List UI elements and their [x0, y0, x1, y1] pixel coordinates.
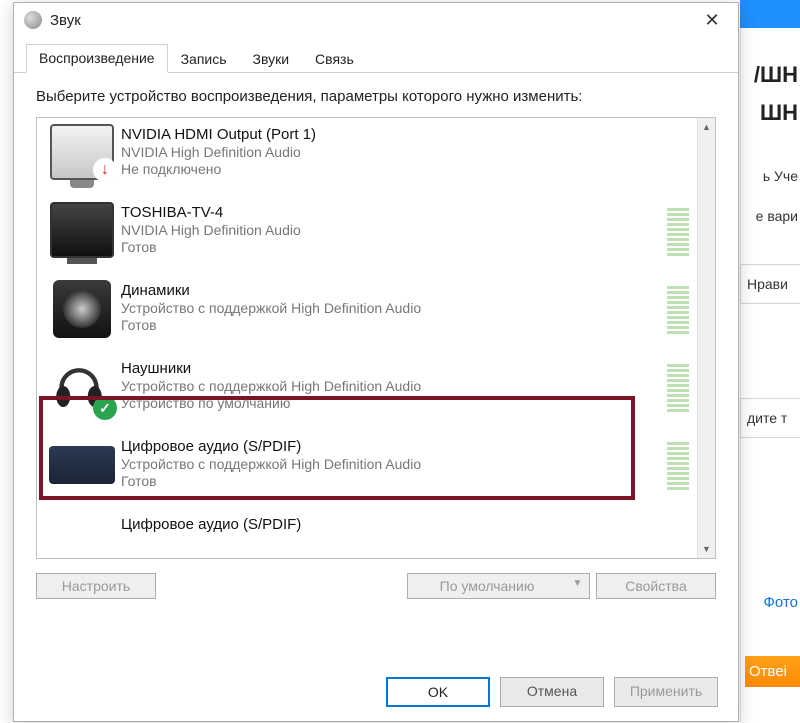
tab-body: Выберите устройство воспроизведения, пар…	[14, 73, 738, 617]
tab-recording[interactable]: Запись	[168, 45, 240, 73]
device-status: Не подключено	[121, 161, 697, 177]
device-status: Готов	[121, 317, 667, 333]
device-item-hdmi[interactable]: NVIDIA HDMI Output (Port 1) NVIDIA High …	[37, 118, 697, 196]
dialog-footer: OK Отмена Применить	[386, 677, 718, 707]
speaker-icon	[43, 280, 121, 338]
device-item-speakers[interactable]: Динамики Устройство с поддержкой High De…	[37, 274, 697, 352]
scroll-up-icon[interactable]: ▲	[698, 118, 715, 136]
scrollbar[interactable]: ▲ ▼	[697, 118, 715, 558]
device-desc: Устройство с поддержкой High Definition …	[121, 299, 667, 317]
chevron-down-icon: ▼	[573, 578, 583, 589]
bg-link-photo[interactable]: Фото	[764, 594, 798, 611]
device-desc: Устройство с поддержкой High Definition …	[121, 455, 667, 473]
disconnected-overlay-icon	[93, 158, 117, 182]
titlebar[interactable]: Звук ✕	[14, 3, 738, 37]
spdif-icon	[43, 436, 121, 484]
device-list-viewport[interactable]: NVIDIA HDMI Output (Port 1) NVIDIA High …	[37, 118, 697, 558]
instruction-text: Выберите устройство воспроизведения, пар…	[36, 87, 716, 107]
bg-text-2: е вари	[756, 208, 798, 224]
device-button-row: Настроить По умолчанию ▼ Свойства	[36, 573, 716, 599]
bg-box-1[interactable]: Нрави	[740, 264, 800, 304]
level-meter	[667, 436, 689, 490]
ok-button[interactable]: OK	[386, 677, 490, 707]
device-name: Динамики	[121, 282, 667, 299]
device-desc: NVIDIA High Definition Audio	[121, 221, 667, 239]
device-desc: Устройство с поддержкой High Definition …	[121, 377, 667, 395]
device-item-headphones[interactable]: Наушники Устройство с поддержкой High De…	[37, 352, 697, 430]
device-name: Наушники	[121, 360, 667, 377]
bg-box-2[interactable]: дите т	[740, 398, 800, 438]
configure-button[interactable]: Настроить	[36, 573, 156, 599]
close-icon: ✕	[704, 10, 719, 31]
device-name: Цифровое аудио (S/PDIF)	[121, 516, 697, 533]
device-list: NVIDIA HDMI Output (Port 1) NVIDIA High …	[36, 117, 716, 559]
device-desc: NVIDIA High Definition Audio	[121, 143, 697, 161]
headphones-icon	[43, 358, 121, 418]
device-item-tv[interactable]: TOSHIBA-TV-4 NVIDIA High Definition Audi…	[37, 196, 697, 274]
monitor-icon	[43, 124, 121, 180]
background-blue-bar	[740, 0, 800, 28]
tv-icon	[43, 202, 121, 258]
device-name: Цифровое аудио (S/PDIF)	[121, 438, 667, 455]
level-meter	[667, 358, 689, 412]
tab-sounds[interactable]: Звуки	[240, 45, 303, 73]
level-meter	[667, 202, 689, 256]
device-status: Готов	[121, 473, 667, 489]
level-meter	[667, 280, 689, 334]
bg-heading-2: ШН	[760, 100, 798, 126]
scroll-down-icon[interactable]: ▼	[698, 540, 715, 558]
close-button[interactable]: ✕	[690, 5, 734, 35]
sound-dialog: Звук ✕ Воспроизведение Запись Звуки Связ…	[13, 2, 739, 722]
properties-button[interactable]: Свойства	[596, 573, 716, 599]
device-name: NVIDIA HDMI Output (Port 1)	[121, 126, 697, 143]
cancel-button[interactable]: Отмена	[500, 677, 604, 707]
window-title: Звук	[50, 12, 690, 29]
bg-answer-button[interactable]: Отвеі	[745, 656, 800, 687]
set-default-dropdown[interactable]: ▼	[566, 573, 590, 599]
bg-heading-1: /ШН	[754, 62, 798, 88]
set-default-button[interactable]: По умолчанию	[407, 573, 567, 599]
device-item-spdif-1[interactable]: Цифровое аудио (S/PDIF) Устройство с под…	[37, 430, 697, 508]
tab-playback[interactable]: Воспроизведение	[26, 44, 168, 73]
device-status: Готов	[121, 239, 667, 255]
device-item-spdif-2[interactable]: Цифровое аудио (S/PDIF)	[37, 508, 697, 540]
sound-icon	[24, 11, 42, 29]
tabstrip: Воспроизведение Запись Звуки Связь	[14, 37, 738, 73]
apply-button[interactable]: Применить	[614, 677, 718, 707]
device-status: Устройство по умолчанию	[121, 395, 667, 411]
device-name: TOSHIBA-TV-4	[121, 204, 667, 221]
tab-communications[interactable]: Связь	[302, 45, 367, 73]
bg-text-1: ь Уче	[763, 168, 798, 184]
default-overlay-icon	[93, 396, 117, 420]
